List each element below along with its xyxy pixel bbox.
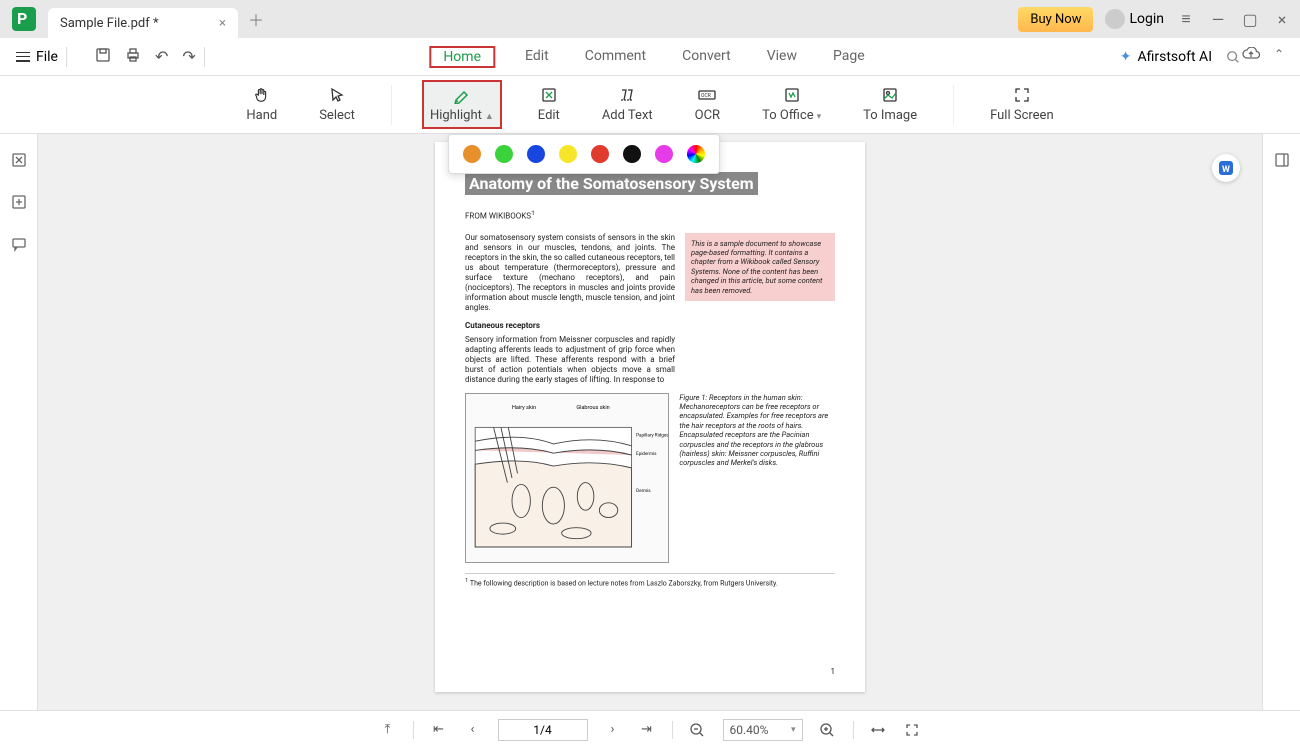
doc-body[interactable]: Our somatosensory system consists of sen… <box>465 233 675 385</box>
last-page-icon[interactable]: ⇥ <box>638 722 656 737</box>
full-screen-tool[interactable]: Full Screen <box>984 82 1060 127</box>
color-magenta[interactable] <box>655 145 673 163</box>
highlighter-icon <box>452 86 472 104</box>
left-rail <box>0 134 38 710</box>
cloud-upload-icon[interactable] <box>1242 47 1260 61</box>
cursor-icon <box>327 86 347 104</box>
text-icon <box>617 86 637 104</box>
ocr-tool[interactable]: OCR OCR <box>689 82 726 127</box>
doc-note[interactable]: This is a sample document to showcase pa… <box>685 233 835 301</box>
login-button[interactable]: Login <box>1105 9 1164 29</box>
svg-text:W: W <box>1222 165 1230 175</box>
document-tab[interactable]: Sample File.pdf * × <box>48 8 238 38</box>
zoom-input[interactable]: 60.40%▾ <box>723 719 803 741</box>
thumbnails-icon[interactable] <box>11 152 27 168</box>
zoom-in-icon[interactable] <box>819 722 837 738</box>
image-icon <box>880 86 900 104</box>
svg-text:Dermis: Dermis <box>636 487 651 493</box>
edit-tool[interactable]: Edit <box>532 82 566 127</box>
file-menu[interactable]: File <box>16 49 58 65</box>
document-page[interactable]: Anatomy of the Somatosensory System FROM… <box>435 142 865 692</box>
highlight-tool[interactable]: Highlight▲ <box>422 80 502 129</box>
svg-text:Glabrous skin: Glabrous skin <box>576 405 609 411</box>
first-page-alt-icon[interactable]: ⤒ <box>379 722 397 737</box>
to-image-tool[interactable]: To Image <box>857 82 923 127</box>
ocr-icon: OCR <box>697 86 717 104</box>
doc-title[interactable]: Anatomy of the Somatosensory System <box>465 172 758 195</box>
tab-edit[interactable]: Edit <box>519 46 555 68</box>
new-tab-button[interactable]: ＋ <box>248 7 264 31</box>
quick-actions: ↶ ↷ <box>95 47 196 66</box>
svg-text:Epidermis: Epidermis <box>636 451 657 457</box>
fit-page-icon[interactable] <box>904 722 922 738</box>
ribbon: Hand Select Highlight▲ Edit Add Text OCR… <box>0 76 1300 134</box>
office-icon <box>782 86 802 104</box>
color-orange[interactable] <box>463 145 481 163</box>
tab-page[interactable]: Page <box>827 46 871 68</box>
minimize-icon[interactable]: — <box>1208 9 1228 29</box>
collapse-icon[interactable]: ⌃ <box>1274 47 1284 61</box>
close-window-icon[interactable]: × <box>1272 9 1292 29</box>
color-yellow[interactable] <box>559 145 577 163</box>
statusbar: ⤒ ⇤ ‹ › ⇥ 60.40%▾ <box>0 710 1300 748</box>
workspace[interactable]: Anatomy of the Somatosensory System FROM… <box>38 134 1262 710</box>
print-icon[interactable] <box>125 47 141 66</box>
prev-page-icon[interactable]: ‹ <box>464 722 482 737</box>
save-icon[interactable] <box>95 47 111 66</box>
page-input[interactable] <box>498 719 588 741</box>
hand-icon <box>252 86 272 104</box>
redo-icon[interactable]: ↷ <box>182 47 195 66</box>
convert-to-word-badge[interactable]: W <box>1212 154 1240 182</box>
doc-subtitle: FROM WIKIBOOKS1 <box>465 209 835 221</box>
right-rail <box>1262 134 1300 710</box>
edit-icon <box>539 86 559 104</box>
tab-convert[interactable]: Convert <box>676 46 737 68</box>
color-custom[interactable] <box>687 145 705 163</box>
buy-now-button[interactable]: Buy Now <box>1018 7 1093 32</box>
svg-text:OCR: OCR <box>701 93 711 99</box>
select-tool[interactable]: Select <box>313 82 361 127</box>
hand-tool[interactable]: Hand <box>240 82 283 127</box>
tab-view[interactable]: View <box>761 46 803 68</box>
tab-title: Sample File.pdf * <box>60 16 159 31</box>
panel-toggle-icon[interactable] <box>1274 152 1290 168</box>
to-office-tool[interactable]: To Office▾ <box>756 82 827 127</box>
app-logo <box>12 7 36 31</box>
tab-home[interactable]: Home <box>429 46 495 68</box>
color-black[interactable] <box>623 145 641 163</box>
fit-width-icon[interactable] <box>870 722 888 738</box>
titlebar: Sample File.pdf * × ＋ Buy Now Login ≡ — … <box>0 0 1300 38</box>
ai-brand[interactable]: ✦ Afirstsoft AI <box>1120 49 1240 65</box>
next-page-icon[interactable]: › <box>604 722 622 737</box>
doc-footnote: 1 The following description is based on … <box>465 573 835 587</box>
close-tab-icon[interactable]: × <box>219 16 226 31</box>
comment-panel-icon[interactable] <box>11 236 27 252</box>
color-blue[interactable] <box>527 145 545 163</box>
fig-label-hairy: Hairy skin <box>512 405 536 411</box>
svg-text:Papillary Ridges: Papillary Ridges <box>636 432 668 438</box>
menubar: File ↶ ↷ Home Edit Comment Convert View … <box>0 38 1300 76</box>
doc-figure: Hairy skin Glabrous skin Papillary Ridge… <box>465 393 669 563</box>
highlight-color-picker <box>448 134 720 174</box>
color-green[interactable] <box>495 145 513 163</box>
avatar-icon <box>1105 9 1125 29</box>
first-page-icon[interactable]: ⇤ <box>430 722 448 737</box>
fullscreen-icon <box>1012 86 1032 104</box>
sparkle-icon: ✦ <box>1120 49 1132 65</box>
tab-comment[interactable]: Comment <box>579 46 652 68</box>
main-tabs: Home Edit Comment Convert View Page <box>429 46 870 68</box>
bookmark-icon[interactable] <box>11 194 27 210</box>
undo-icon[interactable]: ↶ <box>155 47 168 66</box>
add-text-tool[interactable]: Add Text <box>596 82 659 127</box>
zoom-out-icon[interactable] <box>689 722 707 738</box>
doc-figure-caption: Figure 1: Receptors in the human skin: M… <box>679 393 835 563</box>
menu-icon[interactable]: ≡ <box>1176 9 1196 29</box>
search-icon[interactable] <box>1226 50 1240 64</box>
doc-page-number: 1 <box>831 667 836 676</box>
hamburger-icon <box>16 52 30 62</box>
maximize-icon[interactable]: ▢ <box>1240 9 1260 29</box>
color-red[interactable] <box>591 145 609 163</box>
